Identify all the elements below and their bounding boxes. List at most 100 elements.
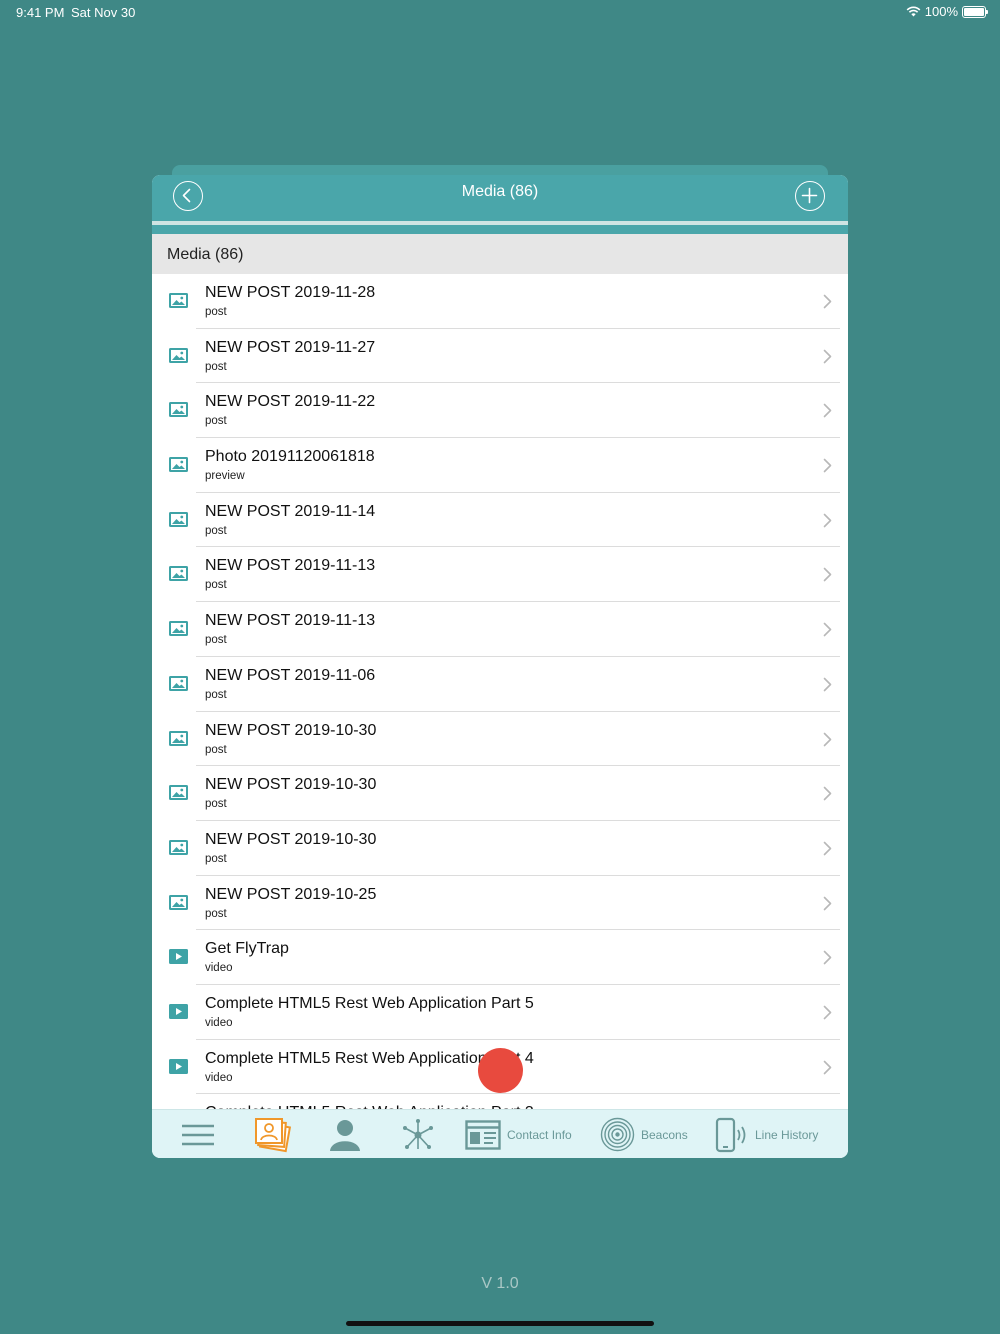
list-item-subtitle: post [205, 306, 227, 318]
page-title: Media (86) [461, 183, 539, 200]
tab-beacons[interactable]: Beacons [600, 1110, 688, 1158]
list-item-subtitle: preview [205, 470, 245, 483]
home-indicator[interactable] [346, 1321, 654, 1326]
battery-percent: 100% [924, 4, 958, 19]
tab-beacons-label: Beacons [641, 1127, 688, 1142]
phone-signal-icon [715, 1117, 746, 1152]
tab-profile[interactable] [329, 1110, 361, 1158]
list-item[interactable]: NEW POST 2019-11-14 post [152, 493, 848, 548]
touch-indicator [478, 1048, 523, 1093]
tab-menu[interactable] [180, 1110, 216, 1158]
list-item-subtitle: post [205, 688, 227, 701]
list-item[interactable]: NEW POST 2019-10-30 post [152, 712, 848, 767]
status-date: Sat Nov 30 [71, 5, 136, 20]
chevron-right-icon [823, 896, 832, 916]
image-icon [169, 785, 188, 801]
image-icon [169, 839, 188, 855]
media-list[interactable]: NEW POST 2019-11-28 post NEW POST 2019-11-… [152, 274, 848, 1109]
chevron-right-icon [823, 403, 832, 423]
list-item-subtitle: post [205, 743, 227, 756]
section-header: Media (86) [152, 234, 848, 274]
navigation-bar: Media (86) [152, 175, 848, 221]
media-icon [255, 1117, 291, 1152]
image-icon [169, 511, 188, 527]
list-item-subtitle: post [205, 524, 227, 537]
list-item-title: Complete HTML5 Rest Web Application Part… [205, 994, 534, 1012]
chevron-right-icon [823, 841, 832, 861]
network-icon [403, 1118, 433, 1149]
tab-bar: Contact Info Beacons Line History [152, 1109, 848, 1158]
list-item[interactable]: NEW POST 2019-11-13 post [152, 547, 848, 602]
tab-media[interactable] [253, 1110, 291, 1158]
list-item[interactable]: NEW POST 2019-11-06 post [152, 657, 848, 712]
chevron-right-icon [823, 950, 832, 970]
list-item[interactable]: Complete HTML5 Rest Web Application Part… [152, 985, 848, 1040]
tab-line-history[interactable]: Line History [715, 1110, 818, 1158]
chevron-right-icon [823, 786, 832, 806]
list-item-title: Get FlyTrap [205, 940, 289, 958]
chevron-right-icon [823, 622, 832, 642]
image-icon [169, 293, 188, 308]
image-icon [169, 894, 188, 910]
tab-line-history-label: Line History [755, 1127, 819, 1142]
list-item-title: NEW POST 2019-10-30 [205, 721, 377, 739]
status-bar: 9:41 PM Sat Nov 30 100% [0, 0, 1000, 24]
list-item-title: NEW POST 2019-10-30 [205, 830, 377, 848]
tab-contact-info-label: Contact Info [507, 1127, 572, 1142]
list-item[interactable]: NEW POST 2019-10-30 post [152, 766, 848, 821]
list-item-subtitle: video [205, 1016, 233, 1029]
list-item[interactable]: NEW POST 2019-11-28 post [152, 274, 848, 329]
list-item[interactable]: Photo 20191120061818 preview [152, 438, 848, 493]
list-item[interactable]: NEW POST 2019-10-30 post [152, 821, 848, 876]
navbar-strip [152, 225, 848, 234]
chevron-right-icon [823, 349, 832, 369]
list-item-title: NEW POST 2019-11-22 [205, 393, 376, 411]
list-item[interactable]: Complete HTML5 Rest Web Application Part… [152, 1094, 848, 1109]
wifi-icon [906, 6, 921, 17]
media-modal: Media (86) Media (86) NEW POST 2019-11-2… [152, 175, 848, 1158]
list-item[interactable]: NEW POST 2019-11-27 post [152, 329, 848, 384]
menu-icon [182, 1124, 214, 1145]
image-icon [169, 566, 188, 582]
image-icon [169, 347, 188, 363]
list-item-title: NEW POST 2019-10-25 [205, 885, 377, 903]
chevron-right-icon [823, 513, 832, 533]
list-item-title: NEW POST 2019-11-13 [205, 612, 376, 630]
chevron-right-icon [823, 458, 832, 478]
image-icon [169, 402, 188, 418]
plus-icon [801, 187, 818, 204]
beacon-icon [600, 1117, 635, 1152]
chevron-right-icon [823, 294, 832, 314]
battery-icon [962, 5, 988, 18]
list-item-subtitle: post [205, 360, 227, 373]
list-item[interactable]: NEW POST 2019-10-25 post [152, 876, 848, 931]
list-item-title: NEW POST 2019-11-14 [205, 502, 376, 520]
list-item-title: NEW POST 2019-10-30 [205, 776, 377, 794]
tab-network[interactable] [401, 1110, 435, 1158]
list-item-subtitle: post [205, 907, 227, 920]
list-item[interactable]: NEW POST 2019-11-22 post [152, 383, 848, 438]
list-item-title: NEW POST 2019-11-27 [205, 338, 376, 356]
list-item-title: NEW POST 2019-11-28 [205, 284, 376, 301]
status-time: 9:41 PM [16, 5, 65, 20]
section-header-label: Media (86) [167, 246, 244, 263]
video-icon [169, 1003, 188, 1019]
add-button[interactable] [795, 181, 825, 211]
list-item-subtitle: post [205, 634, 227, 647]
chevron-right-icon [823, 677, 832, 697]
chevron-right-icon [823, 732, 832, 752]
tab-contact-info[interactable]: Contact Info [465, 1110, 572, 1158]
chevron-right-icon [823, 1060, 832, 1080]
list-item-subtitle: video [205, 1071, 233, 1084]
contact-card-icon [465, 1119, 501, 1150]
list-item-title: Photo 20191120061818 [205, 448, 375, 466]
list-item[interactable]: Get FlyTrap video [152, 930, 848, 985]
version-label: V 1.0 [481, 1275, 519, 1292]
status-right: 100% [906, 4, 988, 19]
video-icon [169, 1058, 188, 1074]
chevron-right-icon [823, 1005, 832, 1025]
list-item[interactable]: NEW POST 2019-11-13 post [152, 602, 848, 657]
list-item-subtitle: post [205, 798, 227, 811]
profile-icon [330, 1119, 360, 1151]
list-item-title: NEW POST 2019-11-06 [205, 666, 376, 684]
